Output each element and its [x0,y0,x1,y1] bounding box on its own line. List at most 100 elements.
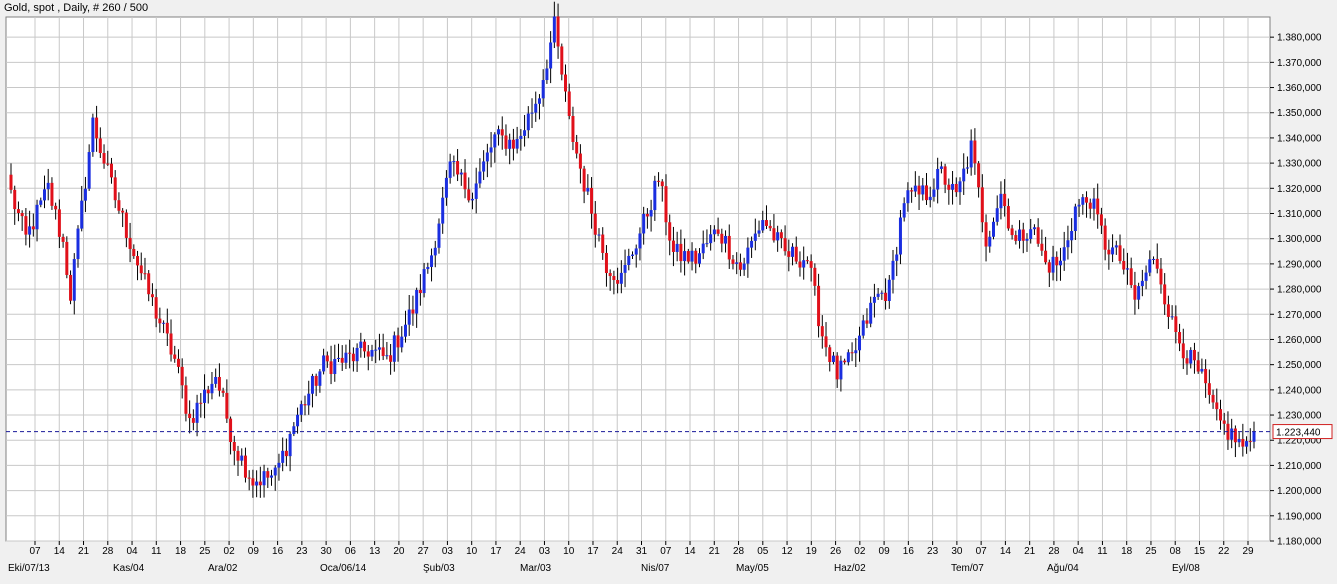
candle-down [16,209,20,214]
candle-up [281,450,285,463]
x-day-label: 16 [272,546,284,557]
candle-up [322,355,326,372]
candle-down [381,347,385,356]
candle-up [1114,245,1118,248]
candle-up [523,130,527,136]
candle-up [292,426,296,434]
candle-up [869,302,873,324]
candle-up [407,309,411,325]
candle-up [437,223,441,248]
candle-up [392,335,396,362]
y-tick-label: 1.240,000 [1277,385,1322,396]
candle-down [199,402,203,404]
y-tick-label: 1.320,000 [1277,184,1322,195]
candle-down [608,273,612,277]
candle-down [1055,256,1059,266]
candle-down [917,185,921,195]
candle-down [128,237,132,249]
candle-up [35,204,39,230]
candle-down [147,273,151,295]
candle-up [839,360,843,380]
candle-up [1237,438,1241,443]
candle-down [266,471,270,478]
candle-down [251,478,255,486]
candle-up [1092,198,1096,209]
candle-up [690,250,694,262]
x-month-label: Kas/04 [113,563,145,574]
candle-up [653,180,657,211]
candle-up [489,147,493,153]
candle-up [422,269,426,294]
candle-down [463,172,467,190]
candle-up [307,393,311,406]
candle-down [582,168,586,192]
candle-up [1062,247,1066,261]
candle-up [709,234,713,244]
candle-down [787,251,791,257]
candle-down [567,91,571,117]
candle-up [872,296,876,303]
candle-up [273,467,277,476]
candle-down [973,140,977,164]
candle-up [203,389,207,403]
candle-up [898,217,902,255]
candle-up [1018,229,1022,241]
candle-down [910,190,914,192]
candle-down [191,418,195,423]
plot-area [5,16,1271,542]
candle-down [1021,229,1025,241]
candle-down [329,361,333,374]
candle-up [1025,239,1029,241]
x-day-label: 28 [1048,546,1060,557]
candle-up [597,234,601,236]
candle-down [1088,202,1092,209]
x-day-label: 09 [879,546,891,557]
candle-up [683,251,687,262]
candle-up [1140,280,1144,287]
candle-up [355,347,359,362]
candle-down [389,355,393,362]
candle-up [270,475,274,478]
x-day-label: 06 [345,546,357,557]
candle-down [1003,193,1007,207]
candle-down [1181,343,1185,359]
candle-down [731,259,735,264]
candle-up [969,140,973,168]
candle-down [1219,409,1223,421]
candle-down [798,261,802,268]
candle-down [575,142,579,154]
candle-down [106,163,110,165]
x-day-label: 10 [563,546,575,557]
candle-up [675,243,679,252]
candle-down [977,163,981,188]
candle-down [679,243,683,262]
candle-down [1096,198,1100,215]
candle-up [1125,268,1129,270]
candle-down [511,139,515,149]
candle-up [776,232,780,241]
y-tick-label: 1.330,000 [1277,159,1322,170]
candle-up [921,185,925,195]
x-day-label: 04 [1073,546,1085,557]
x-day-label: 31 [636,546,648,557]
candle-up [444,177,448,198]
candle-down [150,294,154,298]
candle-up [46,182,50,190]
candle-down [136,256,140,266]
candle-down [154,297,158,319]
y-tick-label: 1.280,000 [1277,285,1322,296]
candle-up [72,259,76,301]
candle-up [210,383,214,394]
candle-up [296,414,300,427]
candle-down [601,234,605,253]
candle-down [943,166,947,185]
candle-down [686,251,690,262]
chart-title: Gold, spot , Daily, # 260 / 500 [4,2,149,14]
candle-down [1174,316,1178,333]
x-day-label: 18 [175,546,187,557]
candle-down [1215,402,1219,410]
candle-up [988,236,992,247]
candle-up [255,481,259,486]
candle-up [880,292,884,294]
candle-up [162,322,166,324]
